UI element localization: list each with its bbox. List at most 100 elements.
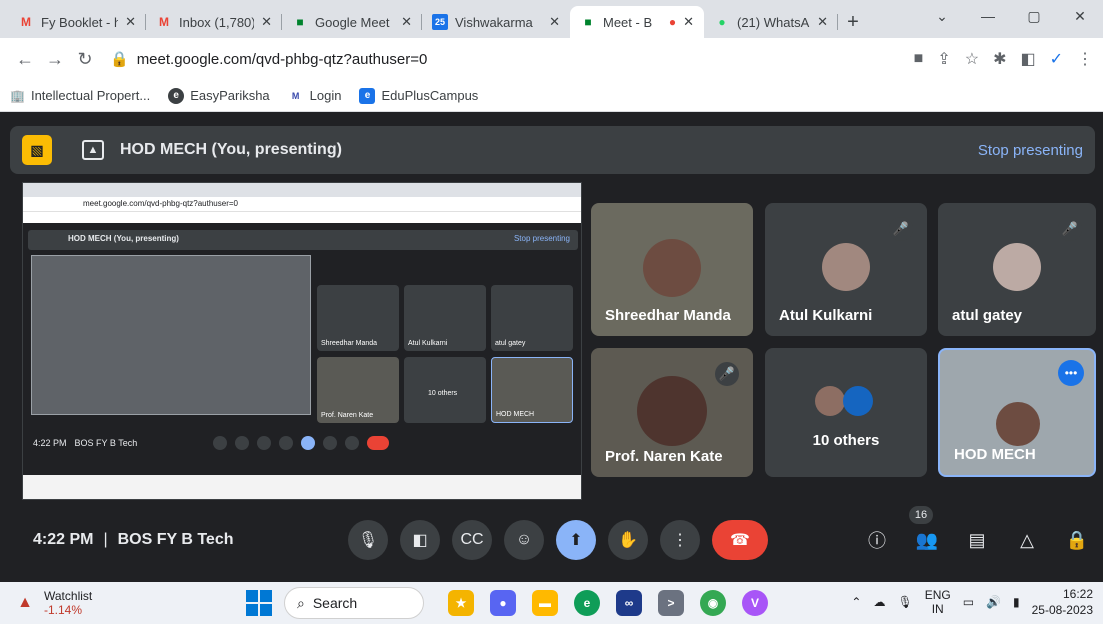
host-controls-icon[interactable]: 🔒	[1063, 520, 1091, 560]
shared-screen-preview: meet.google.com/qvd-phbg-qtz?authuser=0 …	[22, 182, 582, 500]
profile-icon[interactable]: ✓	[1050, 49, 1063, 69]
close-icon[interactable]: ✕	[549, 14, 560, 30]
vivaldi-icon[interactable]: V	[742, 590, 768, 616]
watchlist-change: -1.14%	[44, 603, 83, 617]
maximize-button[interactable]: ▢	[1011, 0, 1057, 32]
close-icon[interactable]: ✕	[817, 14, 828, 30]
bookmark-intellectual-property[interactable]: 🏢 Intellectual Propert...	[10, 88, 150, 103]
taskbar-search[interactable]: ⌕ Search	[284, 587, 424, 619]
screen: M Fy Booklet - h ✕ M Inbox (1,780) ✕ ■ G…	[0, 0, 1103, 624]
mic-off-icon: 🎤	[715, 362, 739, 386]
address-bar[interactable]: 🔒 meet.google.com/qvd-phbg-qtz?authuser=…	[106, 43, 896, 75]
chat-icon[interactable]: ▤	[963, 520, 991, 560]
tab-fy-booklet[interactable]: M Fy Booklet - h ✕	[8, 6, 146, 38]
participant-tile-shreedhar[interactable]: Shreedhar Manda	[591, 203, 753, 336]
shared-tile-name: 10 others	[428, 390, 458, 397]
captions-button[interactable]: CC	[452, 520, 492, 560]
clock-date: 25-08-2023	[1031, 603, 1093, 617]
back-button[interactable]: ←	[10, 44, 40, 74]
meeting-details-icon[interactable]: ⓘ	[863, 520, 891, 560]
shared-tile: 10 others	[404, 357, 486, 423]
bookmark-star-icon[interactable]: ☆	[965, 49, 979, 69]
shared-emoji-icon	[279, 436, 294, 450]
shared-more-icon	[345, 436, 360, 450]
share-icon[interactable]: ⇪	[937, 49, 950, 69]
minimize-button[interactable]: —	[965, 0, 1011, 32]
bookmark-login[interactable]: M Login	[287, 87, 341, 104]
cloud-icon[interactable]: ☁	[873, 595, 885, 609]
edge-icon[interactable]: e	[574, 590, 600, 616]
gmail-icon: M	[159, 15, 169, 29]
start-button[interactable]	[246, 590, 272, 616]
devhome-icon[interactable]: ∞	[616, 590, 642, 616]
participant-tile-atul-gatey[interactable]: 🎤 atul gatey	[938, 203, 1096, 336]
tab-vishwakarma[interactable]: 25 Vishwakarma ✕	[422, 6, 570, 38]
game-app-icon[interactable]: ★	[448, 590, 474, 616]
camera-button[interactable]: ◧	[400, 520, 440, 560]
tab-meet-active[interactable]: ■ Meet - B ● ✕	[570, 6, 704, 38]
participant-video	[996, 402, 1040, 446]
close-window-button[interactable]: ✕	[1057, 0, 1103, 32]
chevron-up-icon[interactable]: ⌃	[851, 595, 861, 609]
mic-button[interactable]: 🎙	[348, 520, 388, 560]
stop-presenting-button[interactable]: Stop presenting	[978, 142, 1083, 159]
shared-tile-name: Shreedhar Manda	[321, 340, 378, 347]
menu-icon[interactable]: ⋮	[1077, 49, 1093, 69]
network-icon[interactable]: ▭	[963, 595, 974, 609]
tab-inbox[interactable]: M Inbox (1,780) ✕	[146, 6, 282, 38]
forward-button[interactable]: →	[40, 44, 70, 74]
language-indicator[interactable]: ENG IN	[925, 588, 951, 616]
gmail-icon: M	[21, 15, 31, 29]
meeting-time: 4:22 PM	[33, 531, 94, 548]
presentation-icon[interactable]: ▧	[22, 135, 52, 165]
tab-whatsapp[interactable]: ● (21) WhatsAp ✕	[704, 6, 838, 38]
emoji-button[interactable]: ☺	[504, 520, 544, 560]
shared-bookmarks	[23, 211, 581, 223]
camera-icon[interactable]: ■	[914, 50, 924, 68]
clock[interactable]: 16:22 25-08-2023	[1032, 586, 1093, 618]
watchlist-widget[interactable]: ▲ Watchlist -1.14%	[14, 589, 194, 617]
shared-tile: atul gatey	[491, 285, 573, 351]
battery-icon[interactable]: ▮	[1013, 595, 1020, 609]
volume-icon[interactable]: 🔊	[986, 595, 1001, 609]
close-icon[interactable]: ✕	[401, 14, 412, 30]
participant-tile-others[interactable]: 10 others	[765, 348, 927, 477]
present-button[interactable]: ⬆	[556, 520, 596, 560]
bookmark-eduplus[interactable]: e EduPlusCampus	[359, 87, 478, 104]
new-tab-button[interactable]: +	[838, 6, 868, 38]
terminal-icon[interactable]: >	[658, 590, 684, 616]
chrome-icon[interactable]: ◉	[700, 590, 726, 616]
shared-present-icon	[301, 436, 316, 450]
close-icon[interactable]: ✕	[261, 14, 272, 30]
more-options-icon[interactable]: •••	[1058, 360, 1084, 386]
activities-icon[interactable]: △	[1013, 520, 1041, 560]
watchlist-text: Watchlist -1.14%	[44, 589, 92, 617]
participant-tile-naren-kate[interactable]: 🎤 Prof. Naren Kate	[591, 348, 753, 477]
end-call-button[interactable]: ☎	[712, 520, 768, 560]
language-code: ENG	[924, 588, 951, 602]
reload-button[interactable]: ↻	[70, 44, 100, 74]
close-icon[interactable]: ✕	[125, 14, 136, 30]
sidepanel-icon[interactable]: ◧	[1020, 49, 1035, 69]
toolbar-actions: ■ ⇪ ☆ ✱ ◧ ✓ ⋮	[914, 49, 1093, 69]
meeting-controls: 4:22 PM | BOS FY B Tech 🎙 ◧ CC ☺ ⬆ ✋ ⋮ ☎…	[0, 506, 1103, 570]
participant-tile-atul-kulkarni[interactable]: 🎤 Atul Kulkarni	[765, 203, 927, 336]
mic-icon[interactable]: 🎙	[897, 595, 912, 609]
chat-app-icon[interactable]: ●	[490, 590, 516, 616]
bookmark-easypariksha[interactable]: e EasyPariksha	[168, 87, 270, 104]
participant-name: HOD MECH	[954, 446, 1036, 463]
tab-search-icon[interactable]: ⌄	[919, 0, 965, 32]
extensions-icon[interactable]: ✱	[993, 49, 1006, 69]
close-icon[interactable]: ✕	[683, 14, 694, 30]
shared-hand-icon	[323, 436, 338, 450]
presenting-title: HOD MECH (You, presenting)	[120, 141, 342, 158]
people-icon[interactable]: 16 👥	[909, 506, 941, 560]
file-explorer-icon[interactable]: ▬	[532, 590, 558, 616]
participant-tile-hod-mech[interactable]: ••• HOD MECH	[938, 348, 1096, 477]
tab-title: Google Meet	[315, 14, 390, 30]
meeting-side-controls: ⓘ 16 👥 ▤ △ 🔒	[863, 506, 1091, 560]
raise-hand-button[interactable]: ✋	[608, 520, 648, 560]
easypariksha-icon: e	[168, 87, 185, 104]
tab-google-meet[interactable]: ■ Google Meet ✕	[282, 6, 422, 38]
more-options-button[interactable]: ⋮	[660, 520, 700, 560]
